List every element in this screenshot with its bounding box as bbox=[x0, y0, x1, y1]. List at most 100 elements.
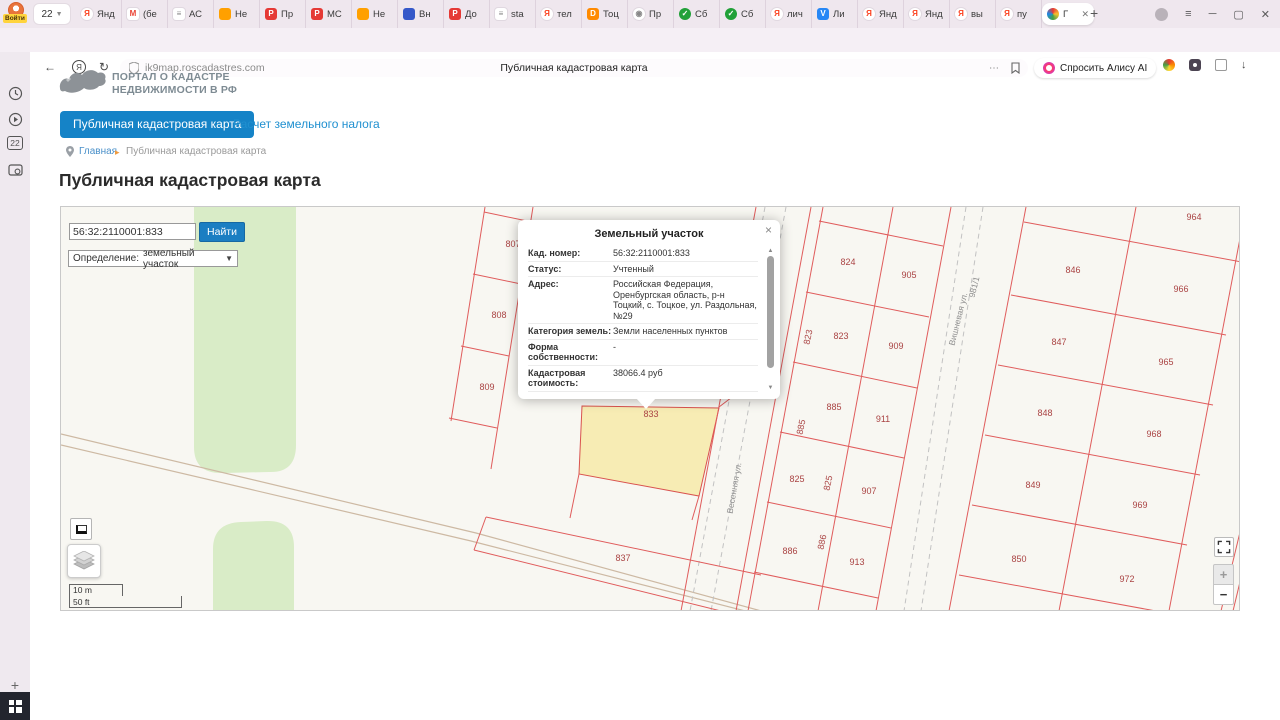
tabs-count-icon[interactable]: 22 bbox=[0, 136, 30, 150]
browser-tab[interactable]: Вн bbox=[398, 0, 444, 28]
tab-label: АС bbox=[189, 8, 202, 20]
tab-counter-button[interactable]: 22 ▼ bbox=[34, 4, 70, 24]
popup-row-value: Учтенный bbox=[613, 263, 654, 274]
browser-tab-active[interactable]: Г ✕ bbox=[1042, 3, 1094, 25]
ya-favicon: Я bbox=[81, 8, 93, 20]
back-icon[interactable]: ← bbox=[44, 60, 56, 74]
parcel-label: 911 bbox=[875, 414, 891, 424]
object-type-select[interactable]: Определение: земельный участок ▼ bbox=[68, 248, 238, 270]
gmail-favicon: M bbox=[127, 8, 139, 20]
page-title-center: Публичная кадастровая карта bbox=[500, 62, 648, 74]
window-controls: ≡ ─ ▢ ✕ bbox=[1155, 0, 1276, 28]
scroll-thumb[interactable] bbox=[767, 256, 774, 368]
bookmark-icon[interactable] bbox=[1011, 62, 1020, 74]
tab-label: вы bbox=[971, 8, 983, 20]
play-icon[interactable] bbox=[0, 112, 30, 127]
browser-tab[interactable]: Я Янд bbox=[904, 0, 950, 28]
scroll-down-icon[interactable]: ▼ bbox=[766, 385, 775, 391]
tab-label: пу bbox=[1017, 8, 1027, 20]
browser-tab[interactable]: Явы bbox=[950, 0, 996, 28]
parcel-label: 965 bbox=[1158, 357, 1174, 367]
new-tab-button[interactable]: + bbox=[1090, 5, 1098, 21]
close-icon[interactable]: ✕ bbox=[1261, 8, 1270, 21]
popup-row-label: Категория земель: bbox=[528, 326, 612, 336]
alice-ai-button[interactable]: Спросить Алису AI bbox=[1034, 58, 1157, 78]
browser-tab[interactable]: M (бе bbox=[122, 0, 168, 28]
measure-tool-button[interactable] bbox=[70, 518, 92, 540]
collections-icon[interactable] bbox=[1215, 59, 1227, 71]
more-icon[interactable]: ⋯ bbox=[989, 63, 999, 74]
history-icon[interactable] bbox=[0, 86, 30, 101]
browser-tab[interactable]: Ятел bbox=[536, 0, 582, 28]
menu-icon[interactable]: ≡ bbox=[1185, 8, 1191, 20]
tab-public-cadastral-map[interactable]: Публичная кадастровая карта bbox=[60, 111, 255, 138]
browser-tab[interactable]: ✓ Сб bbox=[720, 0, 766, 28]
tab-close-icon[interactable]: ✕ bbox=[1081, 9, 1089, 20]
dns-favicon: D bbox=[587, 8, 599, 20]
parcel-label: 907 bbox=[861, 486, 877, 496]
zoom-out-button[interactable]: − bbox=[1213, 584, 1234, 605]
browser-tab[interactable]: ≡ sta bbox=[490, 0, 536, 28]
popup-close-icon[interactable]: × bbox=[765, 223, 772, 237]
minimize-icon[interactable]: ─ bbox=[1209, 8, 1217, 20]
map-scale: 10 m 50 ft bbox=[69, 584, 182, 608]
parcel-label: 833 bbox=[643, 409, 659, 419]
ya-favicon: Я bbox=[771, 8, 783, 20]
tab-label: Сб bbox=[695, 8, 708, 20]
popup-row-label: Форма собственности: bbox=[528, 341, 598, 363]
pdf-favicon: P bbox=[311, 8, 323, 20]
tab-label: Янд bbox=[925, 8, 943, 20]
extension-dark-icon[interactable] bbox=[1189, 59, 1201, 71]
alice-icon bbox=[1043, 62, 1055, 74]
popup-row-label: Кадастровая стоимость: bbox=[528, 367, 586, 389]
browser-tab[interactable]: ◉ Пр bbox=[628, 0, 674, 28]
browser-tab[interactable]: Не bbox=[214, 0, 260, 28]
breadcrumb-home[interactable]: Главная bbox=[79, 146, 117, 157]
cadastral-search-input[interactable] bbox=[69, 223, 196, 240]
windows-logo-icon bbox=[8, 699, 22, 713]
popup-row-value: 1360 кв.м bbox=[613, 394, 758, 396]
extension-flower-icon[interactable] bbox=[1163, 59, 1175, 71]
browser-tab[interactable]: Не bbox=[352, 0, 398, 28]
downloads-icon[interactable]: ↓ bbox=[1241, 59, 1247, 71]
parcel-label: 849 bbox=[1025, 480, 1041, 490]
popup-row-value: 38066.4 руб bbox=[613, 367, 663, 378]
browser-tab[interactable]: Япу bbox=[996, 0, 1042, 28]
zoom-in-button[interactable]: + bbox=[1213, 564, 1234, 585]
cadastral-map[interactable]: 807 808 809 833 837 824 905 823 823 909 885 885 911 8… bbox=[60, 206, 1240, 611]
popup-row-value: Земли населенных пунктов bbox=[613, 326, 728, 336]
login-badge: Войти bbox=[3, 14, 27, 23]
fullscreen-button[interactable] bbox=[1214, 537, 1234, 557]
browser-tab[interactable]: Ялич bbox=[766, 0, 812, 28]
browser-user-icon[interactable] bbox=[1155, 7, 1169, 21]
job-favicon bbox=[403, 8, 415, 20]
browser-tab[interactable]: P Пр bbox=[260, 0, 306, 28]
browser-profile-button[interactable]: Войти bbox=[2, 1, 30, 27]
scroll-up-icon[interactable]: ▲ bbox=[766, 248, 775, 254]
popup-row: Категория земель: Земли населенных пункто… bbox=[528, 323, 758, 339]
url-bar[interactable]: ik9map.roscadastres.com Публичная кадаст… bbox=[120, 59, 1028, 77]
search-button[interactable]: Найти bbox=[199, 222, 245, 242]
browser-tab[interactable]: Я Янд bbox=[858, 0, 904, 28]
screenshot-icon[interactable] bbox=[0, 163, 30, 177]
browser-tab[interactable]: ≡ АС bbox=[168, 0, 214, 28]
browser-tab[interactable]: P До bbox=[444, 0, 490, 28]
tab-land-tax-calc[interactable]: Расчет земельного налога bbox=[233, 117, 380, 131]
browser-tab[interactable]: P МС bbox=[306, 0, 352, 28]
browser-tab[interactable]: V Ли bbox=[812, 0, 858, 28]
restore-icon[interactable]: ▢ bbox=[1233, 8, 1243, 21]
rail-add-icon[interactable]: + bbox=[0, 677, 30, 693]
windows-start-button[interactable] bbox=[0, 692, 30, 720]
parcel-label: 809 bbox=[479, 382, 495, 392]
popup-scrollbar[interactable]: ▲ ▼ bbox=[766, 248, 775, 391]
parcel-label: 909 bbox=[888, 341, 904, 351]
popup-row-value: 56:32:2110001:833 bbox=[613, 248, 690, 258]
layers-button[interactable] bbox=[67, 544, 101, 578]
browser-tab[interactable]: ✓ Сб bbox=[674, 0, 720, 28]
popup-row-label: Адрес: bbox=[528, 279, 559, 289]
popup-row-label: Уточненная площадь: bbox=[528, 394, 613, 396]
ya-favicon: Я bbox=[955, 8, 967, 20]
browser-tab[interactable]: Я Янд bbox=[76, 0, 122, 28]
parcel-label: 913 bbox=[849, 557, 865, 567]
browser-tab[interactable]: D Тоц bbox=[582, 0, 628, 28]
